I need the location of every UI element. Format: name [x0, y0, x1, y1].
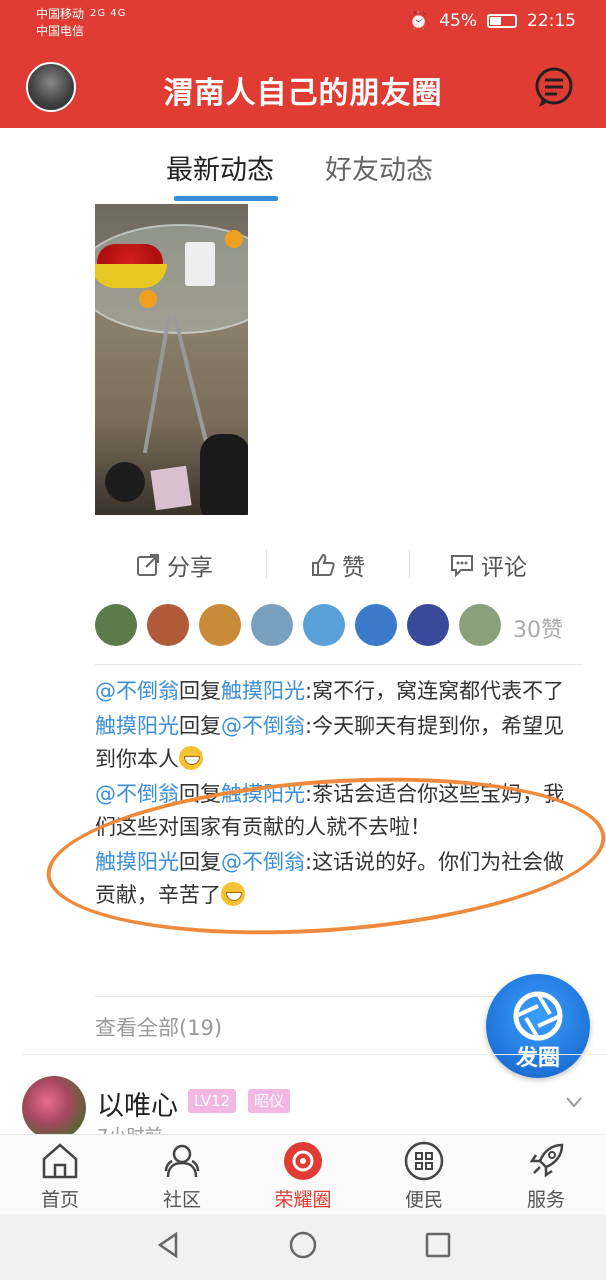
photo-shoe — [200, 434, 248, 515]
comment-target[interactable]: @不倒翁 — [221, 850, 305, 874]
reply-word: 回复 — [179, 714, 221, 738]
comment-icon — [451, 555, 473, 578]
nav-community[interactable]: 社区 — [142, 1139, 222, 1212]
active-tab-indicator — [174, 196, 278, 201]
clock: 22:15 — [527, 11, 576, 31]
system-nav-bar — [0, 1214, 606, 1280]
author-name[interactable]: 以唯心 — [97, 1084, 178, 1123]
comment-label: 评论 — [481, 555, 527, 581]
like-label: 赞 — [342, 555, 365, 581]
alarm-icon: ⏰ — [408, 11, 430, 31]
like-button[interactable]: 赞 — [310, 548, 365, 582]
share-icon — [137, 554, 159, 576]
like-count[interactable]: 30赞 — [513, 612, 563, 644]
comment-author[interactable]: @不倒翁 — [95, 782, 179, 806]
status-bar: 中国移动 中国电信 2G 4G ⏰ 45% 22:15 — [0, 0, 606, 44]
nav-convenience[interactable]: 便民 — [384, 1139, 464, 1212]
comment-text: :窝不行，窝连窝都代表不了 — [305, 679, 565, 703]
comment-author[interactable]: @不倒翁 — [95, 679, 179, 703]
share-label: 分享 — [167, 555, 213, 581]
grid-icon — [404, 1141, 444, 1181]
chevron-down-icon[interactable] — [564, 1092, 584, 1112]
role-badge: 昭仪 — [248, 1089, 291, 1113]
tab-friends[interactable]: 好友动态 — [325, 148, 433, 187]
liker-avatar[interactable] — [355, 604, 397, 646]
comment-item[interactable]: 触摸阳光回复@不倒翁:今天聊天有提到你，希望见到你本人 — [95, 710, 575, 776]
divider — [22, 1054, 606, 1055]
reply-word: 回复 — [179, 782, 221, 806]
photo-paper — [150, 465, 192, 511]
carrier-1: 中国移动 — [36, 7, 85, 21]
reply-word: 回复 — [179, 679, 221, 703]
divider — [409, 550, 410, 578]
nav-convenience-label: 便民 — [404, 1189, 443, 1211]
nav-service[interactable]: 服务 — [506, 1139, 586, 1212]
level-badge: LV12 — [188, 1089, 237, 1113]
photo-shoe — [105, 462, 145, 502]
nav-home-label: 首页 — [40, 1189, 79, 1211]
page-title: 渭南人自己的朋友圈 — [163, 76, 443, 111]
message-icon[interactable] — [532, 66, 576, 110]
comment-target[interactable]: 触摸阳光 — [221, 782, 305, 806]
liker-avatar[interactable] — [147, 604, 189, 646]
honor-circle-icon — [284, 1142, 322, 1180]
post-photo[interactable] — [95, 204, 248, 515]
liker-avatar[interactable] — [459, 604, 501, 646]
bottom-nav: 首页 社区 荣耀圈 便民 服务 — [0, 1134, 606, 1214]
comment-author[interactable]: 触摸阳光 — [95, 714, 179, 738]
community-icon — [164, 1144, 200, 1178]
nav-home[interactable]: 首页 — [20, 1139, 100, 1212]
comment-list: @不倒翁回复触摸阳光:窝不行，窝连窝都代表不了 触摸阳光回复@不倒翁:今天聊天有… — [95, 675, 575, 914]
nav-community-label: 社区 — [162, 1189, 201, 1211]
carrier-info: 中国移动 中国电信 — [36, 6, 84, 40]
camera-aperture-icon — [513, 991, 563, 1041]
tab-latest[interactable]: 最新动态 — [166, 148, 274, 187]
thumbs-up-icon — [312, 553, 335, 576]
photo-cup — [185, 242, 215, 286]
author-avatar[interactable] — [22, 1076, 86, 1140]
nav-honor[interactable]: 荣耀圈 — [263, 1139, 343, 1212]
home-circle-icon[interactable] — [288, 1230, 318, 1260]
signal-icon: 2G 4G — [90, 8, 126, 19]
status-right: ⏰ 45% 22:15 — [408, 11, 576, 31]
comment-item[interactable]: 触摸阳光回复@不倒翁:这话说的好。你们为社会做贡献，辛苦了 — [95, 846, 575, 912]
battery-icon — [487, 14, 517, 28]
photo-orange — [139, 290, 157, 308]
back-icon[interactable] — [154, 1230, 184, 1260]
divider — [266, 550, 267, 578]
rocket-icon — [529, 1143, 564, 1178]
grin-emoji-icon — [221, 882, 245, 906]
home-icon — [42, 1143, 78, 1179]
app-header: 渭南人自己的朋友圈 — [0, 44, 606, 128]
comment-button[interactable]: 评论 — [449, 548, 527, 582]
nav-honor-label: 荣耀圈 — [274, 1189, 332, 1211]
post-fab-button[interactable]: 发圈 — [486, 974, 590, 1078]
divider — [95, 664, 583, 665]
liker-avatar[interactable] — [303, 604, 345, 646]
comment-target[interactable]: 触摸阳光 — [221, 679, 305, 703]
photo-orange — [225, 230, 243, 248]
comment-item[interactable]: @不倒翁回复触摸阳光:窝不行，窝连窝都代表不了 — [95, 675, 575, 708]
view-all-comments-link[interactable]: 查看全部(19) — [95, 1012, 222, 1042]
liker-avatar[interactable] — [251, 604, 293, 646]
carrier-2: 中国电信 — [36, 24, 85, 38]
photo-table-leg — [142, 314, 172, 454]
liker-avatar[interactable] — [95, 604, 137, 646]
post-actions: 分享 赞 评论 — [95, 540, 583, 590]
fab-label: 发圈 — [515, 1046, 560, 1071]
liker-avatar[interactable] — [407, 604, 449, 646]
feed-tabs: 最新动态 好友动态 — [0, 128, 606, 204]
grin-emoji-icon — [179, 746, 203, 770]
nav-service-label: 服务 — [526, 1189, 565, 1211]
comment-target[interactable]: @不倒翁 — [221, 714, 305, 738]
likes-row: 30赞 — [95, 604, 583, 650]
network-type: 2G 4G — [90, 8, 127, 19]
comment-item[interactable]: @不倒翁回复触摸阳光:茶话会适合你这些宝妈，我们这些对国家有贡献的人就不去啦！ — [95, 778, 575, 844]
recents-icon[interactable] — [423, 1230, 453, 1260]
liker-avatar[interactable] — [199, 604, 241, 646]
battery-percent: 45% — [439, 11, 477, 31]
comment-author[interactable]: 触摸阳光 — [95, 850, 179, 874]
share-button[interactable]: 分享 — [135, 548, 213, 582]
reply-word: 回复 — [179, 850, 221, 874]
